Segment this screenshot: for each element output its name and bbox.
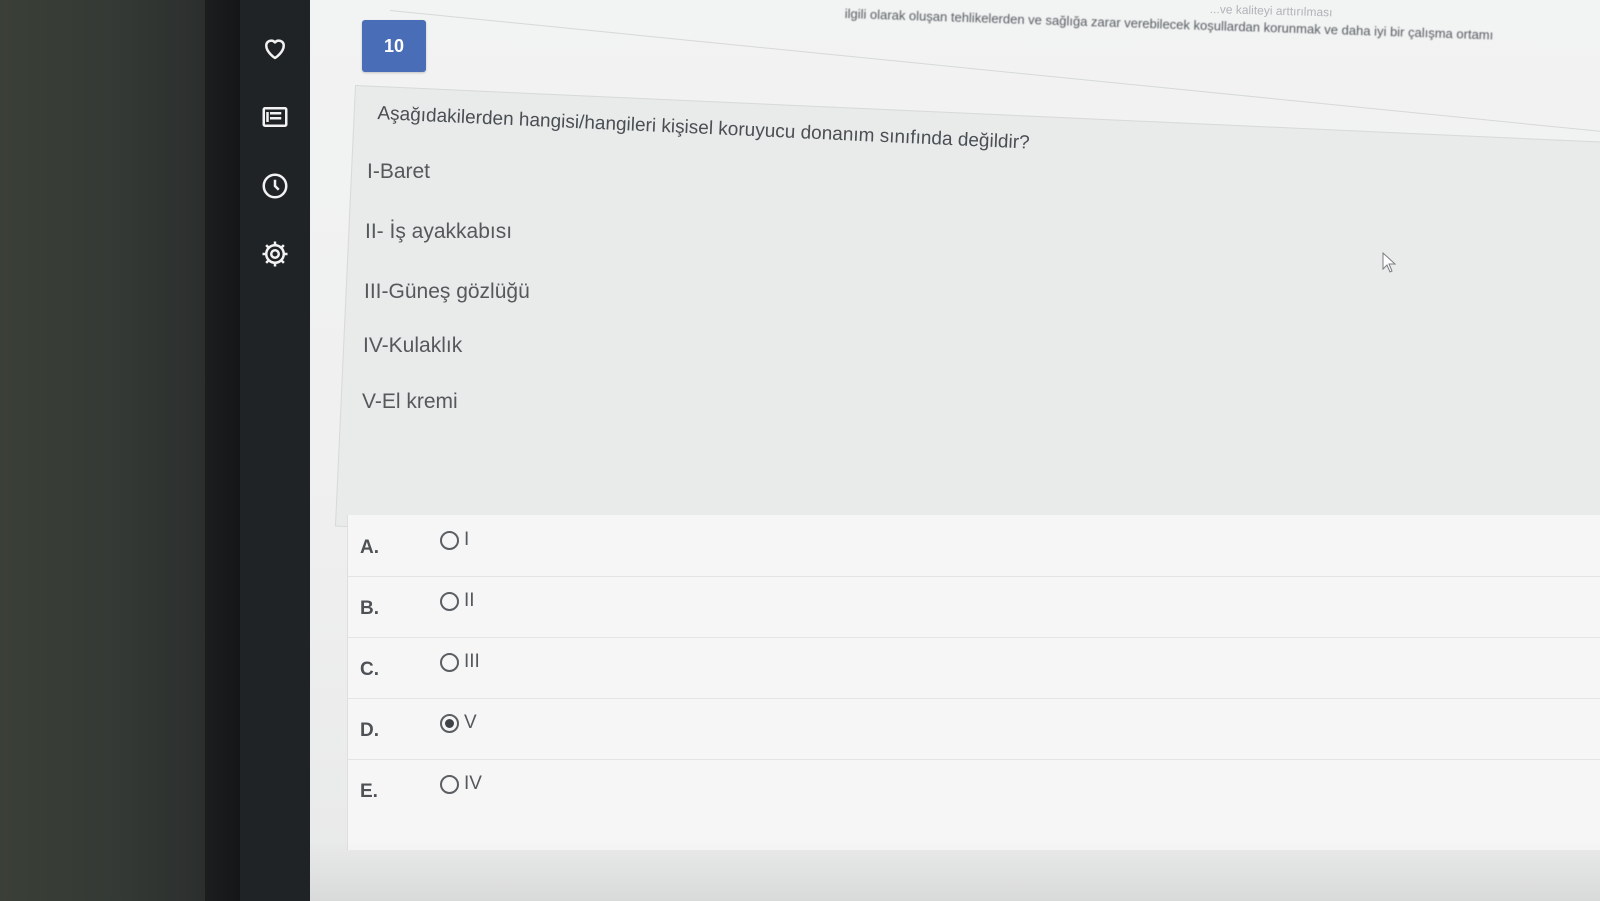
desk-background [0, 0, 215, 901]
option-label: IV [464, 773, 482, 794]
question-number-badge[interactable]: 10 [362, 20, 426, 72]
option-letter: C. [360, 659, 379, 680]
option-label: V [464, 712, 477, 733]
statement-item: III-Güneş gözlüğü [364, 280, 530, 303]
statement-item: II- İş ayakkabısı [365, 220, 513, 243]
statement-item: I-Baret [367, 160, 431, 183]
partial-previous-line: ilgili olarak oluşan tehlikelerden ve sa… [844, 6, 1494, 43]
gear-icon[interactable] [240, 236, 310, 272]
option-d[interactable]: D. V [348, 698, 1600, 760]
clock-icon[interactable] [240, 168, 310, 204]
radio-button[interactable] [440, 531, 459, 550]
option-e[interactable]: E. IV [348, 759, 1600, 820]
radio-button-selected[interactable] [440, 714, 459, 733]
option-c[interactable]: C. III [348, 637, 1600, 699]
option-letter: D. [360, 720, 379, 741]
option-label: III [464, 651, 480, 672]
option-letter: E. [360, 781, 378, 802]
answer-options: A. I B. II C. III D. V E. IV [347, 515, 1600, 850]
option-b[interactable]: B. II [348, 576, 1600, 638]
option-label: I [464, 529, 470, 550]
sidebar [240, 0, 310, 901]
heart-icon[interactable] [240, 30, 310, 66]
statement-item: V-El kremi [362, 390, 458, 413]
option-letter: B. [360, 598, 379, 619]
mouse-cursor-icon [1382, 252, 1396, 273]
radio-button[interactable] [440, 775, 459, 794]
bottom-shade [310, 840, 1600, 901]
statement-item: IV-Kulaklık [363, 334, 463, 357]
option-label: II [464, 590, 475, 611]
radio-button[interactable] [440, 653, 459, 672]
question-card [334, 85, 1600, 587]
exam-screen: ...ve kaliteyi arttırılması ilgili olara… [310, 0, 1600, 901]
radio-button[interactable] [440, 592, 459, 611]
partial-top-text: ...ve kaliteyi arttırılması [1209, 2, 1333, 20]
option-a[interactable]: A. I [348, 515, 1600, 577]
monitor-bezel [205, 0, 245, 901]
option-letter: A. [360, 537, 379, 558]
document-icon[interactable] [240, 99, 310, 135]
